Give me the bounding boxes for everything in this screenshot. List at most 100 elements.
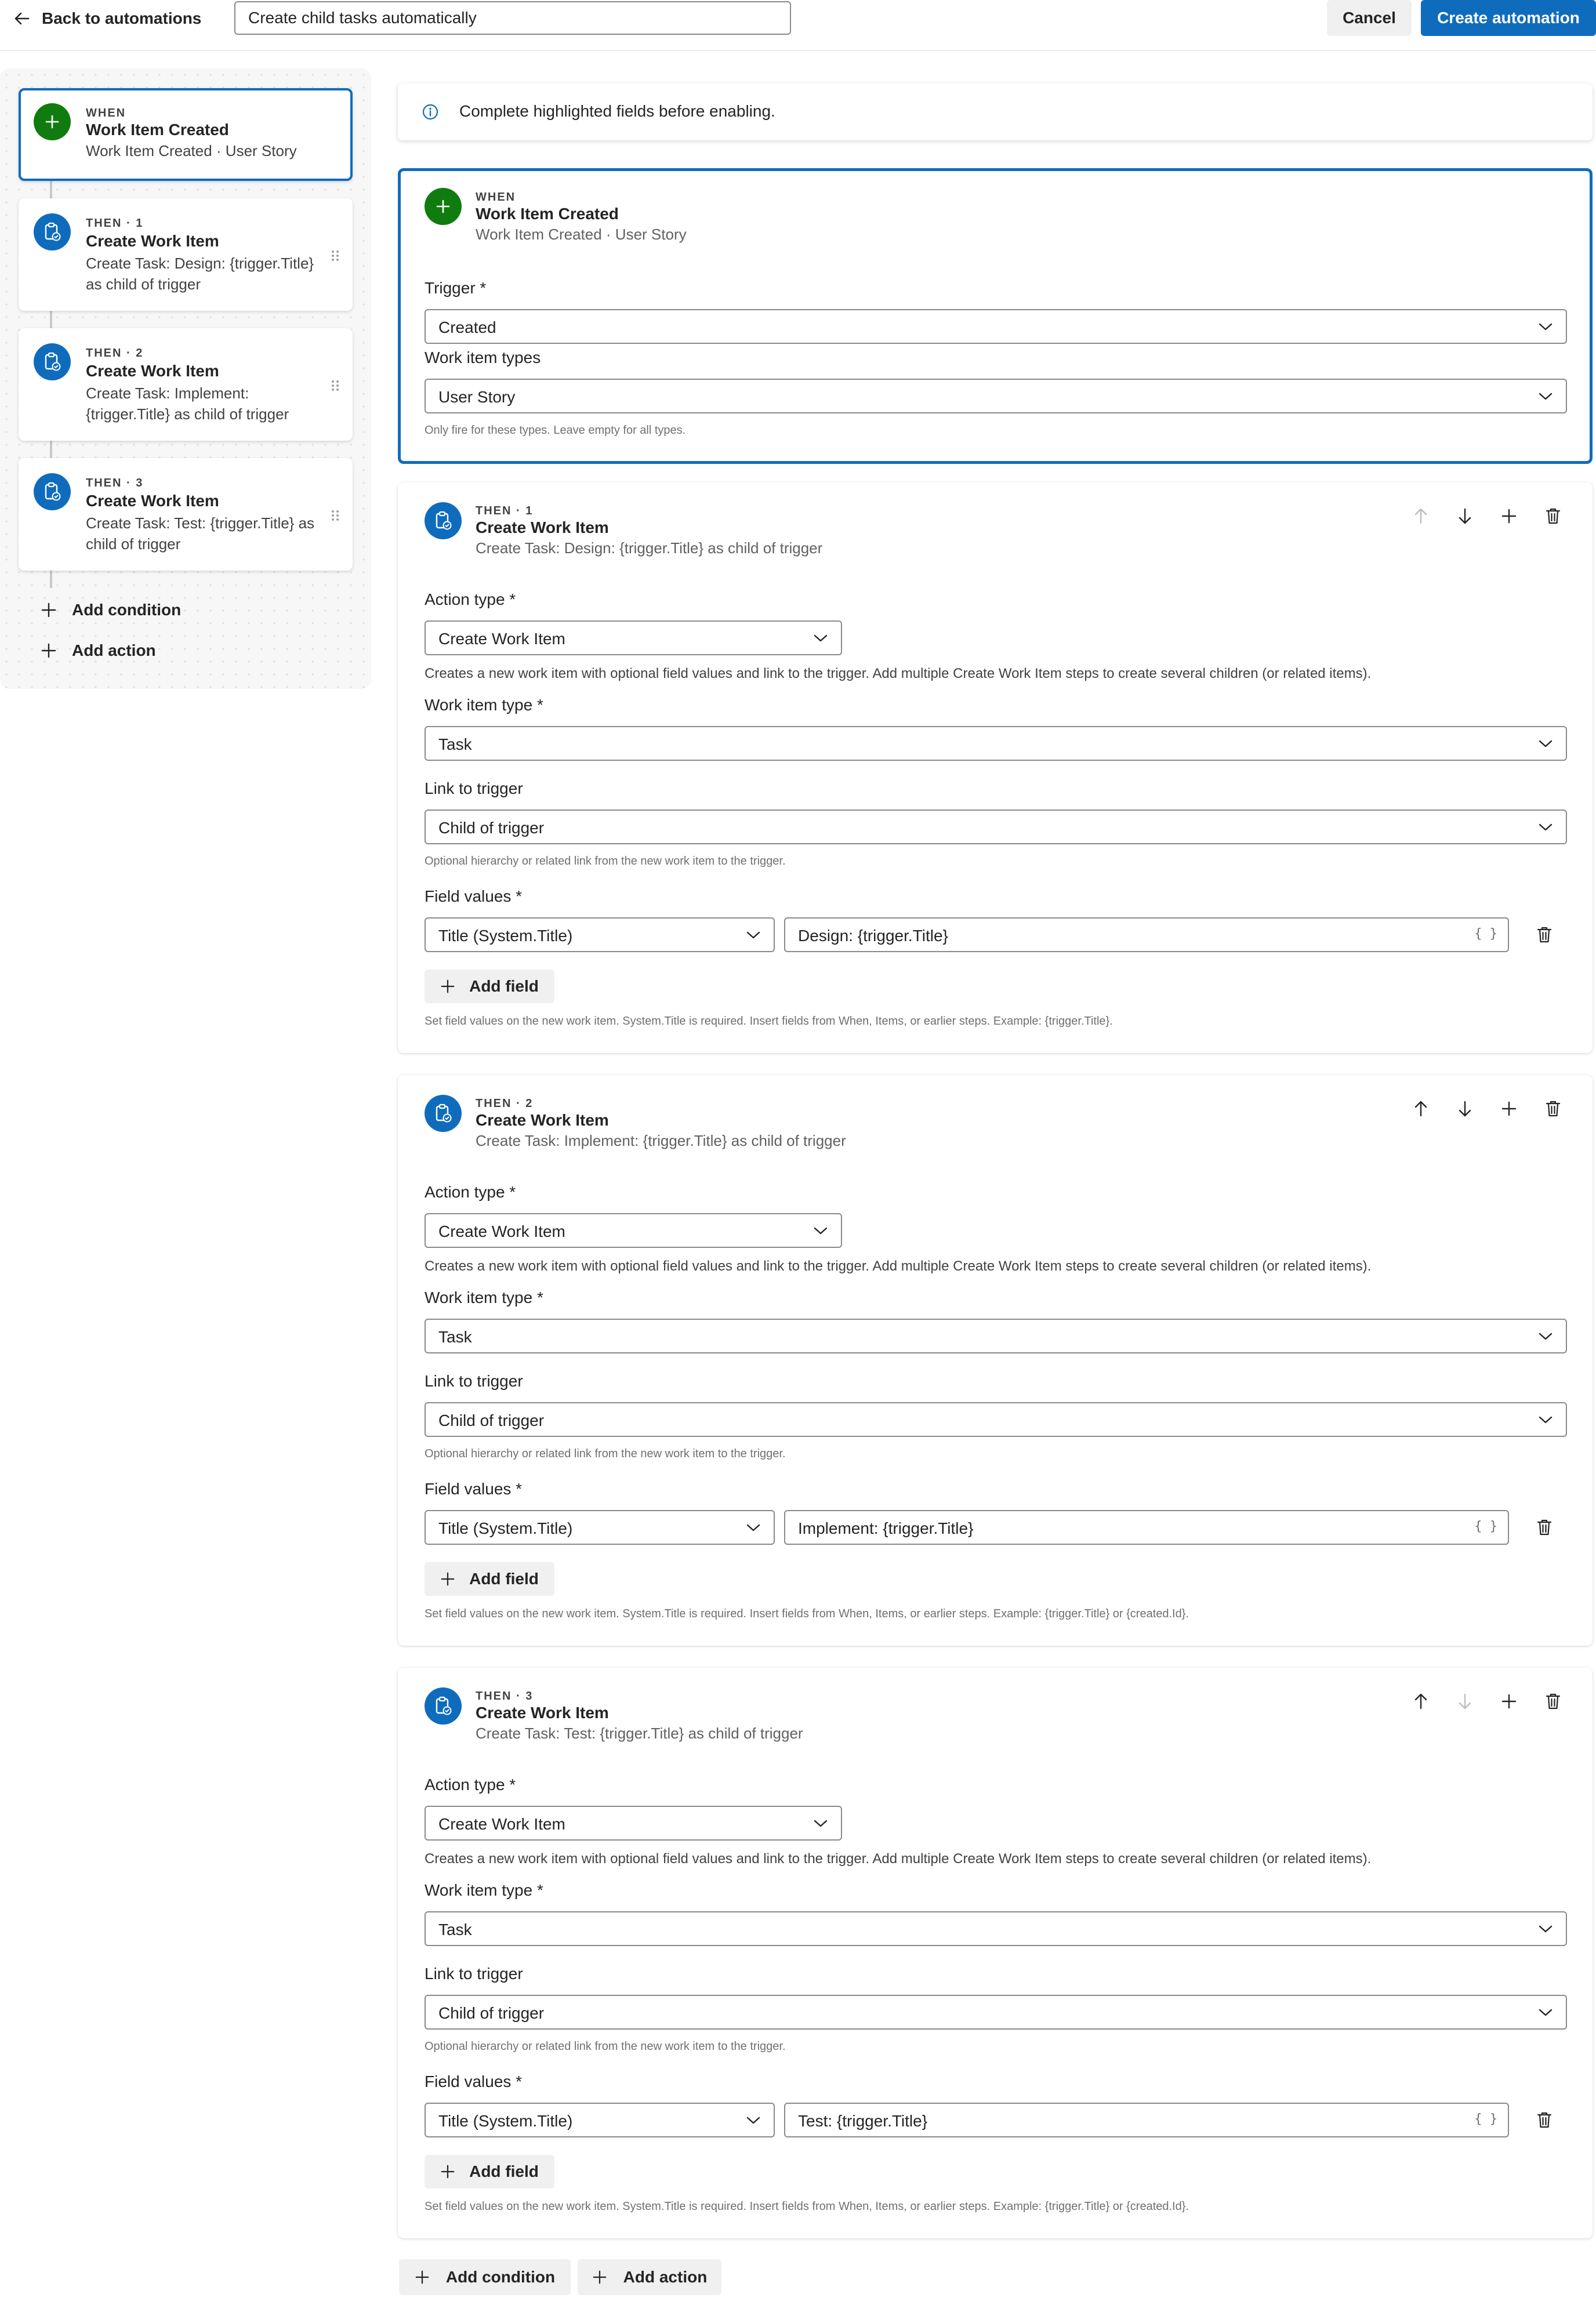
add-action-button[interactable]: Add action [578,2259,721,2295]
action-card-1[interactable]: THEN · 1 Create Work Item Create Task: D… [398,482,1593,1053]
link-to-trigger-label: Link to trigger [425,1965,523,1983]
sidebar-when-card[interactable]: WHEN Work Item Created Work Item Created… [19,88,353,181]
action-type-label: Action type * [425,590,516,608]
trigger-select[interactable]: Created [425,309,1567,344]
field-value-input[interactable]: Test: {trigger.Title} { } [784,2103,1509,2137]
field-values-hint: Set field values on the new work item. S… [425,1607,1189,1620]
chevron-down-icon [1538,2006,1553,2021]
add-step-button[interactable] [1496,1096,1522,1121]
chevron-down-icon [813,1817,828,1832]
add-condition-button[interactable]: Add condition [399,2259,571,2295]
link-to-trigger-hint: Optional hierarchy or related link from … [425,2040,786,2053]
action-summary: Create Task: Implement: {trigger.Title} … [476,1132,846,1149]
create-automation-button[interactable]: Create automation [1421,0,1596,36]
move-down-button[interactable] [1452,503,1478,529]
move-up-button[interactable] [1408,1689,1434,1714]
action-type-select[interactable]: Create Work Item [425,620,842,655]
link-to-trigger-select[interactable]: Child of trigger [425,1995,1567,2030]
plus-icon [425,188,462,225]
link-to-trigger-label: Link to trigger [425,1372,523,1390]
action-card-2[interactable]: THEN · 2 Create Work Item Create Task: I… [398,1075,1593,1646]
action-kicker: THEN · 3 [476,1690,534,1703]
clipboard-task-icon [34,213,71,251]
field-name-value: Title (System.Title) [438,2112,573,2130]
when-desc: Work Item Created · User Story [86,142,297,159]
cancel-button[interactable]: Cancel [1327,0,1412,36]
connector-line [50,181,52,198]
add-field-button[interactable]: Add field [425,1562,554,1596]
field-values-label: Field values * [425,2072,523,2090]
add-step-button[interactable] [1496,1689,1522,1714]
plus-icon [440,2164,455,2179]
plus-icon [440,979,455,994]
work-item-type-select[interactable]: Task [425,1319,1567,1353]
link-to-trigger-hint: Optional hierarchy or related link from … [425,855,786,868]
field-value-text: Design: {trigger.Title} [798,927,948,945]
clipboard-task-icon [425,502,462,539]
sidebar-then-card-1[interactable]: THEN · 1 Create Work Item Create Task: D… [19,198,353,311]
action-type-select[interactable]: Create Work Item [425,1213,842,1248]
add-field-button[interactable]: Add field [425,2155,554,2188]
plus-icon [41,602,57,618]
chevron-down-icon [813,1225,828,1239]
add-field-button[interactable]: Add field [425,970,554,1003]
trigger-card[interactable]: WHEN Work Item Created Work Item Created… [398,168,1593,464]
move-down-button[interactable] [1452,1689,1478,1714]
field-name-value: Title (System.Title) [438,927,573,945]
action-type-value: Create Work Item [438,630,565,648]
work-item-type-select[interactable]: Task [425,726,1567,761]
field-value-text: Test: {trigger.Title} [798,2112,928,2130]
add-field-label: Add field [469,2162,539,2180]
chevron-down-icon [1538,321,1553,335]
sidebar-then-card-3[interactable]: THEN · 3 Create Work Item Create Task: T… [19,458,353,571]
field-name-value: Title (System.Title) [438,1519,573,1537]
drag-handle-icon[interactable] [331,509,340,522]
back-to-automations-link[interactable]: Back to automations [14,8,201,29]
action-card-3[interactable]: THEN · 3 Create Work Item Create Task: T… [398,1668,1593,2238]
chevron-down-icon [1538,390,1553,405]
chevron-down-icon [1538,821,1553,836]
add-step-button[interactable] [1496,503,1522,529]
drag-handle-icon[interactable] [331,379,340,392]
clipboard-task-icon [34,473,71,510]
action-type-select[interactable]: Create Work Item [425,1806,842,1841]
link-to-trigger-select[interactable]: Child of trigger [425,1402,1567,1437]
sidebar-add-condition-button[interactable]: Add condition [41,598,181,622]
work-item-types-select[interactable]: User Story [425,379,1567,413]
insert-token-icon[interactable]: { } [1474,1519,1497,1534]
plus-icon [41,643,57,659]
sidebar-then-card-2[interactable]: THEN · 2 Create Work Item Create Task: I… [19,328,353,441]
field-name-select[interactable]: Title (System.Title) [425,917,775,952]
delete-step-button[interactable] [1540,503,1566,529]
trash-icon[interactable] [1537,926,1552,946]
then-name: Create Work Item [86,492,219,510]
move-down-button[interactable] [1452,1096,1478,1121]
delete-step-button[interactable] [1540,1096,1566,1121]
field-name-select[interactable]: Title (System.Title) [425,1510,775,1545]
plus-icon [440,1571,455,1587]
drag-handle-icon[interactable] [331,249,340,262]
work-item-type-value: Task [438,1328,472,1346]
move-up-button[interactable] [1408,1096,1434,1121]
link-to-trigger-label: Link to trigger [425,779,523,797]
field-value-input[interactable]: Design: {trigger.Title} { } [784,917,1509,952]
field-name-select[interactable]: Title (System.Title) [425,2103,775,2137]
automation-title-input[interactable] [234,1,791,35]
link-to-trigger-select[interactable]: Child of trigger [425,810,1567,844]
link-to-trigger-value: Child of trigger [438,2004,545,2022]
when-name: Work Item Created [86,121,229,139]
trash-icon[interactable] [1537,1519,1552,1539]
chevron-down-icon [1538,738,1553,752]
sidebar-add-action-button[interactable]: Add action [41,639,156,662]
field-value-input[interactable]: Implement: {trigger.Title} { } [784,1510,1509,1545]
work-item-type-select[interactable]: Task [425,1911,1567,1946]
then-name: Create Work Item [86,362,219,380]
action-type-description: Creates a new work item with optional fi… [425,1851,1372,1867]
clipboard-task-icon [425,1687,462,1725]
clipboard-task-icon [425,1095,462,1132]
insert-token-icon[interactable]: { } [1474,2112,1497,2126]
trash-icon[interactable] [1537,2111,1552,2132]
move-up-button[interactable] [1408,503,1434,529]
insert-token-icon[interactable]: { } [1474,927,1497,941]
delete-step-button[interactable] [1540,1689,1566,1714]
